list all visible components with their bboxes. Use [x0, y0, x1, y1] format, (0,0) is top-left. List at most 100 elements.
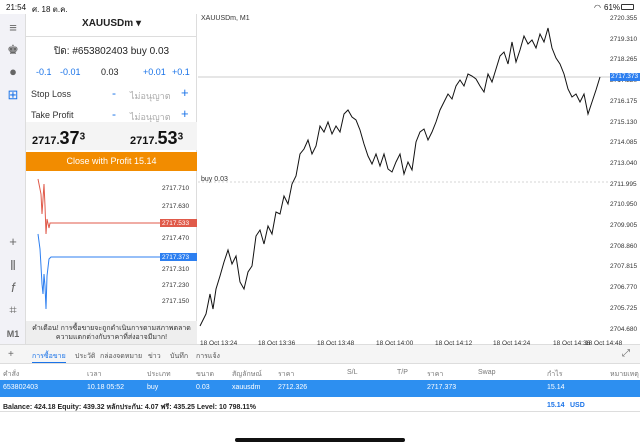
table-header-cell[interactable]: Swap	[478, 369, 496, 376]
table-header-cell[interactable]: T/P	[397, 369, 408, 376]
price-axis-label: 2713.040	[610, 159, 638, 167]
stop-loss-minus[interactable]: -	[112, 86, 116, 100]
left-toolbar: ≡ ♚ ● ⊞ + ⫴ f ⌗ M1	[0, 14, 26, 344]
price-axis-label: 2719.310	[610, 35, 638, 43]
new-order-icon[interactable]: ⊞	[5, 87, 21, 103]
price-axis-label: 2715.130	[610, 118, 638, 126]
crosshair-icon[interactable]: +	[5, 234, 21, 250]
accounts-icon[interactable]: ♚	[5, 42, 21, 58]
mini-axis-label: 2717.710	[162, 185, 189, 192]
indicators-icon[interactable]: f	[5, 280, 21, 296]
price-axis-label: 2718.265	[610, 56, 638, 64]
bid-tag: 2717.373	[162, 254, 189, 261]
balance-bar: Balance: 424.18 Equity: 439.32 หลักประกั…	[0, 398, 640, 412]
table-row[interactable]: 653802403 10.18 05:52 buy 0.03 xauusdm 2712.3…	[0, 380, 640, 397]
balance-profit: 15.14	[547, 402, 565, 409]
stop-loss-field[interactable]: ไม่อนุญาต	[130, 89, 171, 103]
table-header-cell[interactable]: S/L	[347, 369, 358, 376]
menu-icon[interactable]: ≡	[5, 20, 21, 36]
status-battery: 61%	[604, 3, 621, 12]
price-axis-label: 2720.355	[610, 15, 638, 22]
table-cell: buy	[147, 384, 159, 391]
price-chart[interactable]	[198, 14, 610, 344]
status-bar: 21:54 ศ. 18 ต.ค. ◠ 61%	[0, 0, 640, 14]
time-axis-label: 18 Oct 14:48	[585, 340, 623, 347]
chat-icon[interactable]: ●	[5, 64, 21, 80]
chevron-down-icon: ▾	[135, 18, 141, 29]
table-header-cell[interactable]: ประเภท	[147, 369, 171, 380]
price-axis-label: 2705.725	[610, 304, 638, 312]
table-cell: xauusdm	[232, 384, 261, 391]
tab-journal[interactable]: บันทึก	[170, 351, 188, 362]
terminal-tabs: + การซื้อขาย ประวัติ กล่องจดหมาย ข่าว บั…	[0, 344, 640, 364]
mini-axis-label: 2717.630	[162, 203, 189, 210]
volume-value[interactable]: 0.03	[101, 67, 119, 77]
mini-axis: 2717.710 2717.630 2717.470 2717.310 2717…	[162, 185, 189, 305]
home-indicator	[235, 438, 405, 442]
volume-minus-01[interactable]: -0.1	[36, 67, 52, 77]
balance-currency: USD	[570, 402, 585, 409]
time-axis-label: 18 Oct 14:12	[435, 340, 473, 347]
mini-axis-label: 2717.470	[162, 235, 189, 242]
tab-mailbox[interactable]: กล่องจดหมาย	[100, 351, 142, 362]
time-axis-label: 18 Oct 13:48	[317, 340, 355, 347]
chart-type-icon[interactable]: ⫴	[5, 258, 21, 274]
wifi-icon: ◠	[594, 3, 601, 12]
table-header-cell[interactable]: ราคา	[427, 369, 443, 380]
time-axis-label: 18 Oct 14:24	[493, 340, 531, 347]
table-cell: 2712.326	[278, 384, 308, 391]
price-axis-label: 2704.680	[610, 325, 638, 333]
take-profit-plus[interactable]: +	[181, 106, 189, 121]
bid-price: 2717.373	[32, 128, 86, 148]
volume-plus-001[interactable]: +0.01	[143, 67, 166, 77]
price-axis-label: 2707.815	[610, 263, 638, 271]
expand-icon[interactable]: ⤢	[622, 348, 630, 359]
current-price-tag: 2717.373	[610, 73, 640, 81]
volume-plus-01[interactable]: +0.1	[172, 67, 190, 77]
stop-loss-plus[interactable]: +	[181, 85, 189, 100]
take-profit-minus[interactable]: -	[112, 107, 116, 121]
tab-news[interactable]: ข่าว	[148, 351, 161, 362]
balance-text: Balance: 424.18 Equity: 439.32 หลักประกั…	[3, 404, 256, 411]
timeframe-icon[interactable]: M1	[5, 326, 21, 342]
table-header-cell[interactable]: ราคา	[278, 369, 294, 380]
price-axis-label: 2706.770	[610, 284, 638, 292]
position-title: ปิด: #653802403 buy 0.03	[53, 46, 170, 57]
table-header-cell[interactable]: ขนาด	[196, 369, 214, 380]
price-axis-label: 2710.950	[610, 201, 638, 209]
ask-price: 2717.533	[130, 128, 184, 148]
table-header-cell[interactable]: คำสั่ง	[3, 369, 19, 380]
price-axis: 2720.3552719.3102718.2652717.2202716.175…	[610, 14, 640, 344]
divider	[26, 36, 197, 37]
status-time: 21:54	[6, 3, 27, 12]
warning-text: คำเตือน! การซื้อขายจะถูกดำเนินการตามสภาพ…	[26, 321, 197, 344]
table-header: คำสั่ง เวลา ประเภท ขนาด สัญลักษณ์ ราคา S/L T/P ร…	[0, 366, 640, 380]
mini-axis-label: 2717.310	[162, 266, 189, 273]
table-cell: 653802403	[3, 384, 39, 391]
table-header-cell[interactable]: สัญลักษณ์	[232, 369, 262, 380]
table-header-cell[interactable]: หมายเหตุ	[610, 369, 639, 380]
tab-history[interactable]: ประวัติ	[75, 351, 95, 362]
time-axis-label: 18 Oct 13:36	[258, 340, 296, 347]
symbol-selector[interactable]: XAUUSDm ▾	[26, 18, 197, 29]
objects-icon[interactable]: ⌗	[5, 302, 21, 318]
table-cell: 15.14	[547, 384, 565, 391]
table-cell: 0.03	[196, 384, 210, 391]
tab-trade[interactable]: การซื้อขาย	[32, 351, 66, 363]
volume-minus-001[interactable]: -0.01	[60, 67, 81, 77]
table-cell: 10.18 05:52	[87, 384, 124, 391]
time-axis-label: 18 Oct 14:00	[376, 340, 414, 347]
add-icon[interactable]: +	[8, 349, 14, 360]
table-header-cell[interactable]: กำไร	[547, 369, 562, 380]
price-axis-label: 2714.085	[610, 139, 638, 147]
mini-axis-label: 2717.230	[162, 282, 189, 289]
price-axis-label: 2716.175	[610, 97, 638, 105]
mini-axis-label: 2717.150	[162, 298, 189, 305]
ask-tag: 2717.533	[162, 220, 189, 227]
table-header-cell[interactable]: เวลา	[87, 369, 102, 380]
order-line-label: buy 0.03	[201, 176, 228, 183]
close-with-profit-button[interactable]: Close with Profit 15.14	[26, 152, 197, 171]
time-axis-label: 18 Oct 13:24	[200, 340, 238, 347]
price-line	[199, 27, 601, 327]
tab-alerts[interactable]: การแจ้ง	[196, 351, 220, 362]
